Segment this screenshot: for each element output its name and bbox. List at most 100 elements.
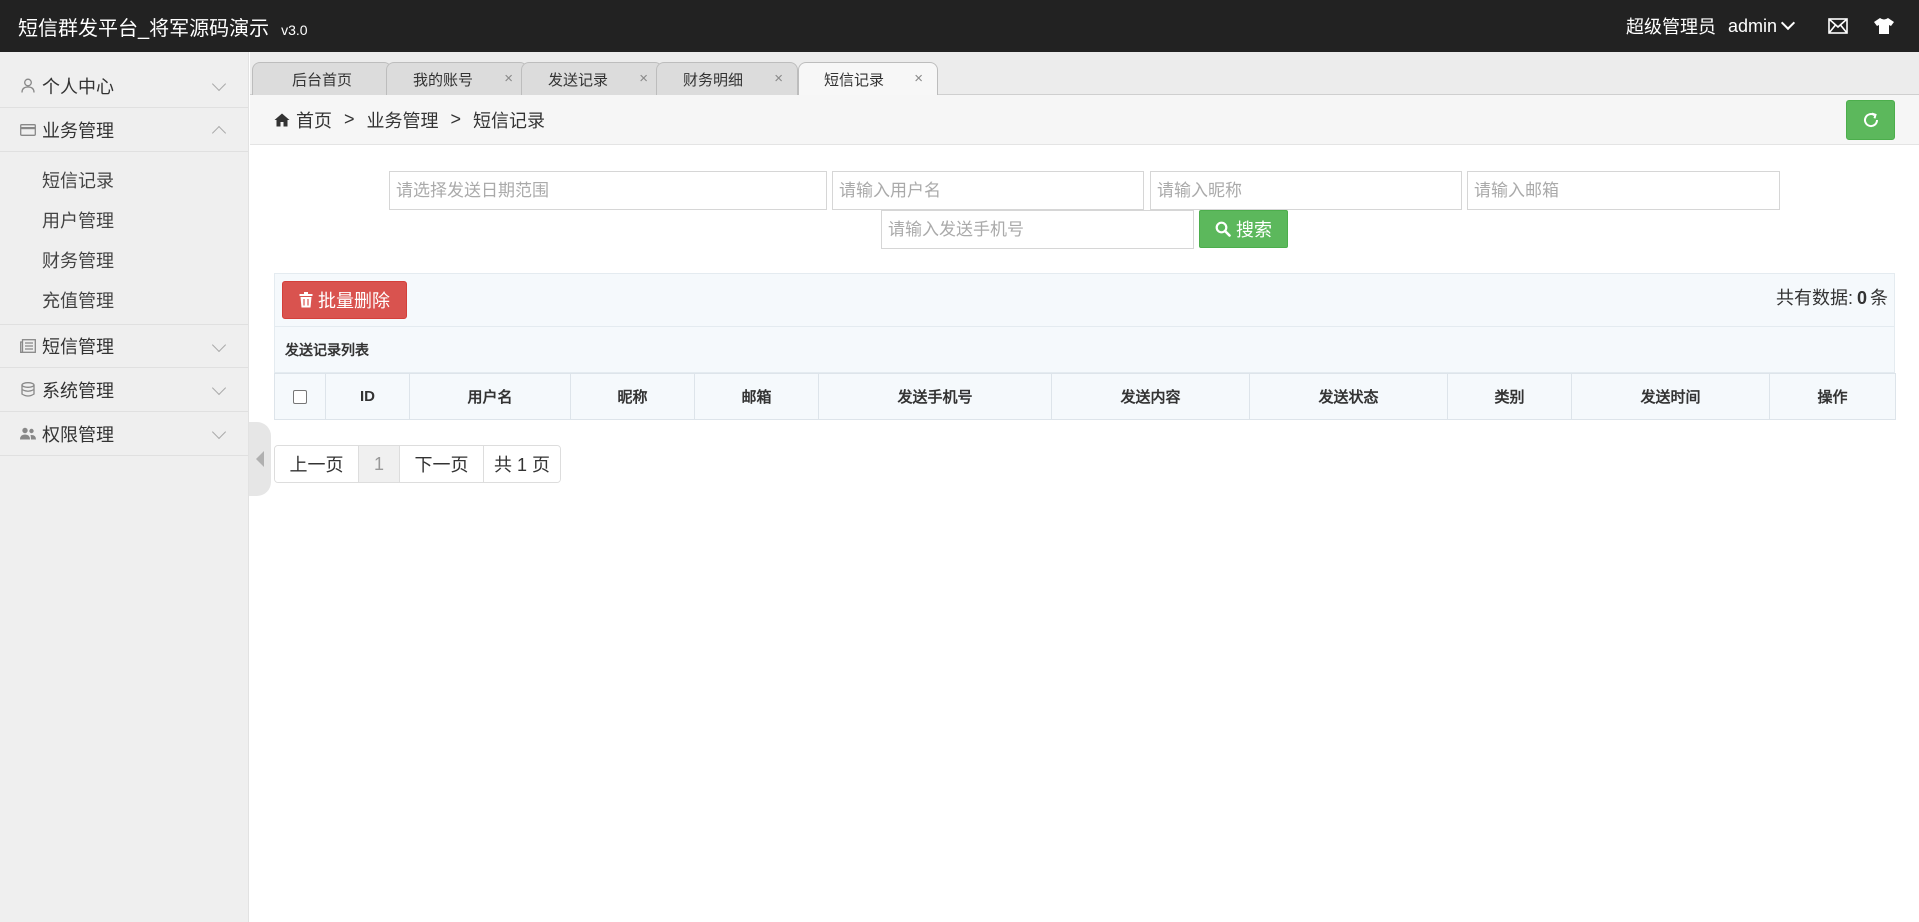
sidebar-group-label: 业务管理 [42,120,114,141]
tab-label: 发送记录 [547,71,608,89]
search-button[interactable]: 搜索 [1199,210,1288,248]
user-icon [20,78,36,94]
business-submenu: 短信记录 用户管理 财务管理 充值管理 [0,152,248,324]
nickname-input[interactable] [1150,171,1462,210]
tab-label: 后台首页 [291,71,352,89]
chevron-down-icon [211,337,227,353]
sidebar-group-label: 系统管理 [42,380,114,401]
user-name: admin [1727,15,1777,36]
tab-my-account[interactable]: 我的账号 × [386,62,528,95]
home-icon [274,112,290,128]
sidebar-group-personal[interactable]: 个人中心 [0,64,248,108]
user-menu[interactable]: admin [1727,15,1796,37]
tab-sms-records[interactable]: 短信记录 × [798,62,938,96]
column-header-id[interactable]: ID [325,373,410,420]
list-toolbar: 批量删除 共有数据: 0 条 [274,273,1895,327]
current-page[interactable]: 1 [359,446,400,482]
trash-icon [299,292,313,308]
chevron-down-icon [211,424,227,440]
column-header-category[interactable]: 类别 [1447,373,1572,420]
sidebar-item-recharge-management[interactable]: 充值管理 [0,280,248,320]
sidebar-item-user-management[interactable]: 用户管理 [0,200,248,240]
close-icon[interactable]: × [774,70,783,87]
column-header-username[interactable]: 用户名 [409,373,571,420]
records-table-wrapper: 发送记录列表 ID 用户名 昵称 邮箱 发送手机号 发送内容 发送状态 类别 发… [274,327,1896,420]
search-icon [1215,221,1231,237]
collapse-left-icon [256,451,264,467]
breadcrumb: 首页 > 业务管理 > 短信记录 [250,95,1919,145]
sidebar-group-label: 权限管理 [42,424,114,445]
column-header-actions: 操作 [1769,373,1896,420]
chevron-down-icon [211,380,227,396]
records-table: ID 用户名 昵称 邮箱 发送手机号 发送内容 发送状态 类别 发送时间 操作 [274,373,1896,420]
email-input[interactable] [1467,171,1780,210]
pagination: 上一页 1 下一页 共 1 页 [274,445,561,483]
breadcrumb-business[interactable]: 业务管理 [367,107,439,133]
sidebar-group-label: 个人中心 [42,76,114,97]
column-header-phone[interactable]: 发送手机号 [818,373,1052,420]
sidebar-group-permissions[interactable]: 权限管理 [0,412,248,456]
brand[interactable]: 短信群发平台_将军源码演示 v3.0 [18,12,308,41]
sidebar-item-finance-management[interactable]: 财务管理 [0,240,248,280]
sidebar-group-sms[interactable]: 短信管理 [0,324,248,368]
tab-label: 短信记录 [823,72,884,89]
phone-input[interactable] [881,210,1194,249]
bulk-delete-button[interactable]: 批量删除 [282,281,407,319]
mail-icon[interactable] [1827,15,1849,37]
sidebar-group-business[interactable]: 业务管理 [0,108,248,152]
chevron-down-icon [1780,15,1796,31]
chevron-down-icon [211,76,227,92]
card-icon [20,122,36,138]
select-all-checkbox[interactable] [293,390,307,405]
column-header-content[interactable]: 发送内容 [1051,373,1250,420]
tab-send-records[interactable]: 发送记录 × [521,62,663,95]
column-header-status[interactable]: 发送状态 [1249,373,1448,420]
next-page-button[interactable]: 下一页 [400,446,484,482]
app-version: v3.0 [281,21,308,38]
tab-label: 我的账号 [412,71,473,89]
chevron-up-icon [211,125,227,141]
column-header-email[interactable]: 邮箱 [694,373,819,420]
sidebar: 个人中心 业务管理 短信记录 用户管理 财务管理 充值管理 短信管理 系统管理 … [0,52,249,922]
tab-dashboard[interactable]: 后台首页 [252,62,392,95]
database-icon [20,382,36,398]
close-icon[interactable]: × [639,70,648,87]
table-header-row: ID 用户名 昵称 邮箱 发送手机号 发送内容 发送状态 类别 发送时间 操作 [274,373,1896,420]
total-suffix: 条 [1870,288,1888,308]
shirt-icon[interactable] [1873,15,1895,37]
app-title: 短信群发平台_将军源码演示 [18,17,270,40]
total-pages: 共 1 页 [484,446,560,482]
bulk-delete-label: 批量删除 [318,291,390,311]
prev-page-button[interactable]: 上一页 [275,446,359,482]
breadcrumb-separator: > [344,109,355,129]
close-icon[interactable]: × [914,70,923,87]
username-input[interactable] [832,171,1144,210]
user-role: 超级管理员 [1625,17,1716,37]
sidebar-item-sms-records[interactable]: 短信记录 [0,160,248,200]
search-button-label: 搜索 [1236,220,1272,240]
breadcrumb-home[interactable]: 首页 [296,107,332,133]
sidebar-collapse-handle[interactable] [249,422,271,496]
breadcrumb-current: 短信记录 [473,110,546,131]
column-header-send-time[interactable]: 发送时间 [1571,373,1770,420]
column-header-nickname[interactable]: 昵称 [570,373,695,420]
table-caption: 发送记录列表 [274,327,1895,373]
sidebar-group-label: 短信管理 [42,337,114,357]
refresh-icon [1863,112,1878,128]
breadcrumb-separator: > [450,109,462,129]
tab-finance-details[interactable]: 财务明细 × [656,62,798,95]
users-icon [20,426,36,442]
tab-bar: 后台首页 我的账号 × 发送记录 × 财务明细 × 短信记录 × [250,52,1919,96]
date-range-input[interactable] [389,171,827,210]
newspaper-icon [20,338,36,354]
tab-label: 财务明细 [682,71,743,89]
total-number: 0 [1856,288,1867,308]
total-prefix: 共有数据: [1775,288,1853,308]
top-right-area: 超级管理员 admin [1626,0,1919,52]
total-count: 共有数据: 0 条 [1776,284,1888,310]
refresh-button[interactable] [1846,100,1895,140]
select-all-cell [274,373,326,420]
sidebar-group-system[interactable]: 系统管理 [0,368,248,412]
close-icon[interactable]: × [504,70,513,87]
top-bar: 短信群发平台_将军源码演示 v3.0 超级管理员 admin [0,0,1919,52]
